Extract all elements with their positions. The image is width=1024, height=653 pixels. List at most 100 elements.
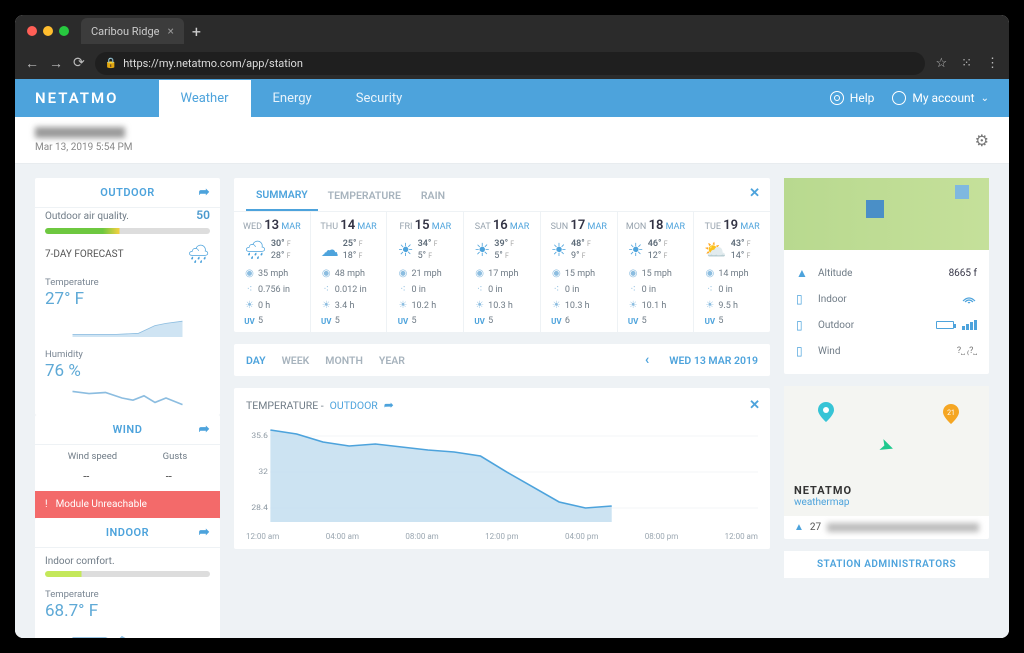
chart-title: TEMPERATURE - xyxy=(246,399,324,412)
close-icon[interactable]: ✕ xyxy=(749,186,760,201)
wifi-icon xyxy=(961,293,977,305)
chart-segment[interactable]: OUTDOOR xyxy=(330,399,378,412)
time-nav: DAY WEEK MONTH YEAR ‹ WED 13 MAR 2019 xyxy=(234,344,770,376)
close-tab-icon[interactable]: × xyxy=(167,24,173,38)
share-icon[interactable]: ➦ xyxy=(199,422,210,437)
tab-summary[interactable]: SUMMARY xyxy=(246,188,318,211)
battery-icon xyxy=(936,321,954,329)
forecast-row[interactable]: 7-DAY FORECAST 🌧 xyxy=(35,238,220,271)
nav-tab-weather[interactable]: Weather xyxy=(159,80,251,117)
close-icon[interactable]: ✕ xyxy=(749,398,760,413)
share-icon[interactable]: ➦ xyxy=(199,185,210,200)
wind-status: ?⎵ ₍?⎵ xyxy=(957,346,977,356)
current-date: WED 13 MAR 2019 xyxy=(669,354,758,367)
forecast-date: SAT 16 MAR xyxy=(475,218,530,233)
wind-gusts-value: -- xyxy=(166,470,172,483)
forecast-day[interactable]: SUN 17 MAR ☀ 48° F9° F ◉15 mph ⁖0 in ☀10… xyxy=(541,212,618,332)
location-card: ▲ Altitude 8665 f ▯ Indoor ▯ Outdoor xyxy=(784,178,989,374)
forecast-day[interactable]: WED 13 MAR 🌧 30° F28° F ◉35 mph ⁖0.756 i… xyxy=(234,212,311,332)
prev-arrow-icon[interactable]: ‹ xyxy=(645,352,649,368)
forecast-wind: ◉14 mph xyxy=(698,268,766,279)
tab-temperature[interactable]: TEMPERATURE xyxy=(318,189,411,210)
forecast-day[interactable]: SAT 16 MAR ☀ 39° F5° F ◉17 mph ⁖0 in ☀10… xyxy=(464,212,541,332)
wind-module-icon: ▯ xyxy=(796,344,810,358)
brand-logo[interactable]: NETATMO xyxy=(35,89,119,107)
rain-dots-icon: ⁖ xyxy=(244,284,255,295)
account-label: My account xyxy=(912,91,974,105)
help-icon xyxy=(830,91,844,105)
forecast-grid: WED 13 MAR 🌧 30° F28° F ◉35 mph ⁖0.756 i… xyxy=(234,212,770,332)
browser-titlebar: Caribou Ridge × + xyxy=(15,15,1009,47)
new-tab-button[interactable]: + xyxy=(192,22,201,41)
street-map[interactable]: 21 ➤ NETATMO weathermap xyxy=(784,386,989,516)
maximize-window-icon[interactable] xyxy=(59,26,69,36)
forecast-day[interactable]: TUE 19 MAR ⛅ 43° F14° F ◉14 mph ⁖0 in ☀9… xyxy=(694,212,770,332)
range-week[interactable]: WEEK xyxy=(282,354,310,367)
svg-text:32: 32 xyxy=(258,468,268,476)
account-menu[interactable]: My account ⌄ xyxy=(892,91,989,105)
forward-button[interactable]: → xyxy=(49,55,63,72)
wind-gusts-label: Gusts xyxy=(163,451,188,462)
forecast-day[interactable]: FRI 15 MAR ☀ 34° F5° F ◉21 mph ⁖0 in ☀10… xyxy=(387,212,464,332)
forecast-temps: 48° F9° F xyxy=(571,239,591,262)
wind-card: WIND ➦ Wind speed Gusts -- -- ! Module U… xyxy=(35,415,220,518)
forecast-rain: ⁖0.012 in xyxy=(315,284,383,295)
map-subtitle[interactable]: weathermap xyxy=(794,497,852,508)
outdoor-header: OUTDOOR ➦ xyxy=(35,178,220,208)
wind-module-label: Wind xyxy=(818,346,949,357)
current-location-icon: ➤ xyxy=(876,434,897,459)
minimize-window-icon[interactable] xyxy=(43,26,53,36)
x-tick: 12:00 am xyxy=(725,532,758,541)
satellite-map[interactable] xyxy=(784,178,989,250)
help-label: Help xyxy=(850,91,875,105)
weather-icon: ☀ xyxy=(474,240,490,261)
settings-icon[interactable]: ⚙ xyxy=(975,131,989,150)
outdoor-title: OUTDOOR xyxy=(100,186,154,199)
forecast-date: FRI 15 MAR xyxy=(399,218,451,233)
forecast-uv: UV5 xyxy=(698,316,766,326)
forecast-temps: 30° F28° F xyxy=(271,239,291,262)
help-link[interactable]: Help xyxy=(830,91,875,105)
close-window-icon[interactable] xyxy=(27,26,37,36)
browser-tab[interactable]: Caribou Ridge × xyxy=(81,18,184,44)
window-controls[interactable] xyxy=(27,26,69,36)
temperature-chart-card: TEMPERATURE - OUTDOOR ➦ ✕ 28.43235.6 12:… xyxy=(234,388,770,549)
share-icon[interactable]: ➦ xyxy=(199,525,210,540)
station-admins-header[interactable]: STATION ADMINISTRATORS xyxy=(784,551,989,578)
outdoor-card: OUTDOOR ➦ Outdoor air quality. 50 7-DAY … xyxy=(35,178,220,415)
range-month[interactable]: MONTH xyxy=(325,354,363,367)
reload-button[interactable]: ⟳ xyxy=(73,55,85,71)
nav-tab-energy[interactable]: Energy xyxy=(251,80,334,117)
share-icon[interactable]: ➦ xyxy=(384,398,394,412)
sun-hours-icon: ☀ xyxy=(321,300,332,311)
signal-icon xyxy=(962,320,977,330)
forecast-sun: ☀10.3 h xyxy=(468,300,536,311)
outdoor-temp-spark xyxy=(45,315,210,337)
chart-x-labels: 12:00 am04:00 am08:00 am12:00 pm04:00 pm… xyxy=(234,532,770,549)
alert-icon: ! xyxy=(45,499,48,510)
summary-tabs: SUMMARY TEMPERATURE RAIN ✕ xyxy=(234,178,770,212)
wind-header: WIND ➦ xyxy=(35,415,220,445)
forecast-label: 7-DAY FORECAST xyxy=(45,249,124,260)
tab-rain[interactable]: RAIN xyxy=(411,189,455,210)
wind-icon: ◉ xyxy=(474,268,485,279)
range-year[interactable]: YEAR xyxy=(379,354,405,367)
forecast-rain: ⁖0 in xyxy=(622,284,690,295)
forecast-day[interactable]: THU 14 MAR ☁ 25° F18° F ◉48 mph ⁖0.012 i… xyxy=(311,212,388,332)
bookmark-icon[interactable]: ☆ xyxy=(935,56,947,71)
back-button[interactable]: ← xyxy=(25,55,39,72)
address-bar[interactable]: 🔒 https://my.netatmo.com/app/station xyxy=(95,52,926,75)
map-brand: NETATMO xyxy=(794,484,852,497)
app-root: NETATMO Weather Energy Security Help My … xyxy=(15,79,1009,638)
svg-text:35.6: 35.6 xyxy=(251,432,268,440)
range-day[interactable]: DAY xyxy=(246,354,266,367)
forecast-rain: ⁖0 in xyxy=(391,284,459,295)
forecast-temps: 34° F5° F xyxy=(418,239,438,262)
wind-icon: ◉ xyxy=(551,268,562,279)
browser-toolbar: ← → ⟳ 🔒 https://my.netatmo.com/app/stati… xyxy=(15,47,1009,79)
menu-icon[interactable]: ⋮ xyxy=(986,56,999,71)
rain-dots-icon: ⁖ xyxy=(397,284,408,295)
nav-tab-security[interactable]: Security xyxy=(334,80,425,117)
forecast-day[interactable]: MON 18 MAR ☀ 46° F12° F ◉15 mph ⁖0 in ☀1… xyxy=(618,212,695,332)
extensions-icon[interactable]: ⁙ xyxy=(961,56,972,71)
